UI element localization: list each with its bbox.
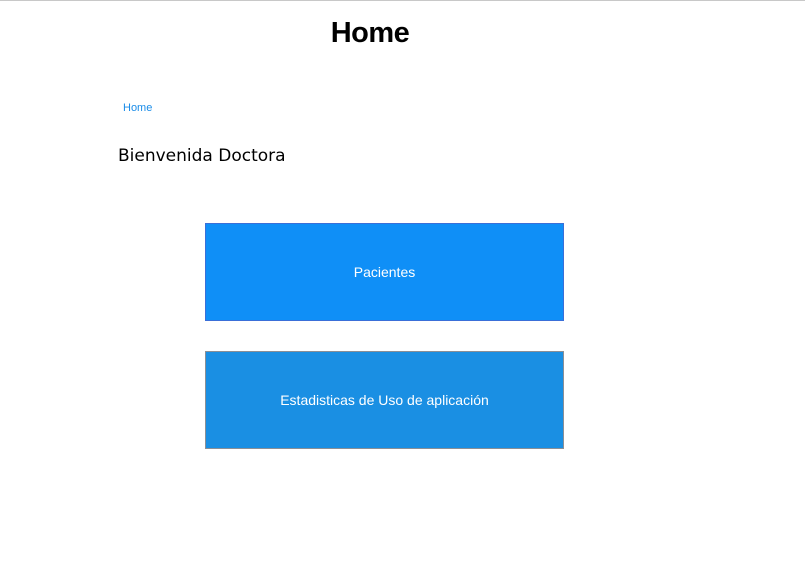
top-divider xyxy=(0,0,805,1)
breadcrumb-home-link[interactable]: Home xyxy=(123,101,152,115)
estadisticas-button[interactable]: Estadisticas de Uso de aplicación xyxy=(205,351,564,449)
estadisticas-button-label: Estadisticas de Uso de aplicación xyxy=(280,392,489,408)
pacientes-button-label: Pacientes xyxy=(353,264,416,280)
pacientes-button[interactable]: Pacientes xyxy=(205,223,564,321)
welcome-message: Bienvenida Doctora xyxy=(118,146,286,166)
page-title: Home xyxy=(330,17,410,49)
